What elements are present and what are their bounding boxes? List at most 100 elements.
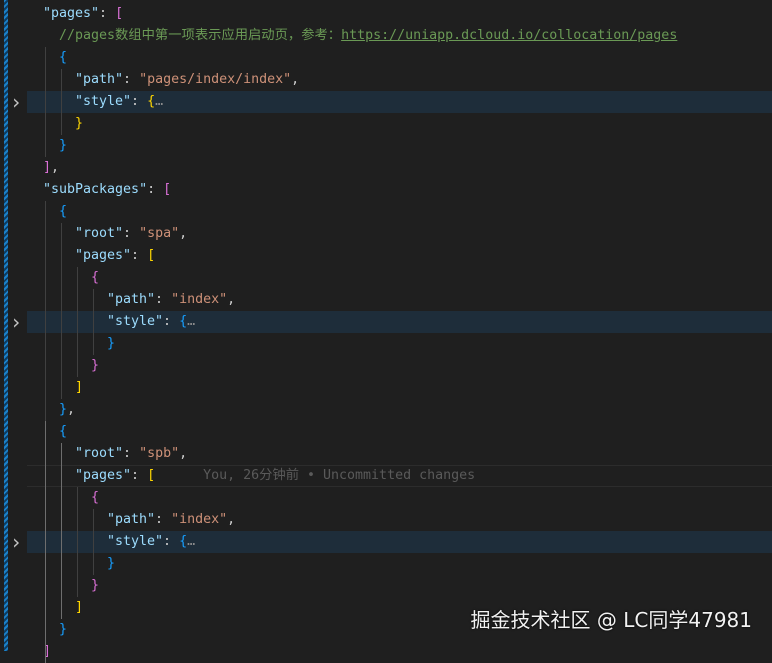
indent-guide [45,47,46,157]
code-line[interactable]: "root": "spb", [27,443,772,465]
code-token: "spb" [139,446,180,461]
chevron-right-icon[interactable]: › [9,91,23,113]
chevron-right-icon[interactable]: › [9,531,23,553]
chevron-right-icon[interactable]: › [9,311,23,333]
code-token: : [163,314,180,329]
code-token: : [131,468,148,483]
watermark: 掘金技术社区 @ LC同学47981 [470,608,752,632]
code-token: : [123,446,140,461]
code-line[interactable]: "path": "index", [27,509,772,531]
folded-code-line[interactable]: › "style": {… [10,311,772,333]
code-line[interactable]: ], [27,157,772,179]
code-line[interactable]: "pages": [ You, 26分钟前 • Uncommitted chang… [27,465,772,487]
code-line[interactable]: "pages": [ [27,245,772,267]
code-line[interactable]: ] [27,377,772,399]
code-token: , [67,402,76,417]
code-token: } [59,138,68,153]
code-token: [ [115,6,124,21]
code-token: ] [75,380,84,395]
code-token: } [107,556,116,571]
code-line[interactable]: } [27,355,772,377]
code-token: } [91,578,100,593]
code-line[interactable]: "subPackages": [ [27,179,772,201]
code-token: } [91,358,100,373]
code-token: : [99,6,116,21]
code-line[interactable]: } [27,553,772,575]
indent-guide [45,421,46,663]
code-token: : [131,94,148,109]
code-token: "spa" [139,226,180,241]
git-modified-indicator[interactable] [4,0,8,651]
code-token: "pages" [75,248,132,263]
indent-guide [61,443,62,619]
code-line[interactable]: { [27,267,772,289]
code-token: "path" [107,512,156,527]
code-token: "pages" [43,6,100,21]
code-token: : [147,182,164,197]
code-line[interactable]: } [27,575,772,597]
code-token: : [155,292,172,307]
code-token: } [59,402,68,417]
code-line[interactable]: } [27,135,772,157]
code-token: "style" [107,534,164,549]
code-token: "pages" [75,468,132,483]
code-token: //pages数组中第一项表示应用启动页，参考： [59,28,342,43]
git-blame-annotation: You, 26分钟前 • Uncommitted changes [203,468,476,483]
code-token: : [131,248,148,263]
code-token: } [107,336,116,351]
code-token: : [123,72,140,87]
code-line[interactable]: { [27,487,772,509]
code-line[interactable]: { [27,47,772,69]
comment-link[interactable]: https://uniapp.dcloud.io/collocation/pag… [341,28,677,43]
code-line[interactable]: "path": "index", [27,289,772,311]
code-token: , [51,160,60,175]
code-token: "root" [75,446,124,461]
indent-guide [93,289,94,355]
code-token: … [155,94,164,109]
code-token: { [91,490,100,505]
code-token: : [163,534,180,549]
indent-guide [77,487,78,597]
code-line[interactable]: "pages": [ [27,3,772,25]
code-token: "subPackages" [43,182,148,197]
code-token: : [123,226,140,241]
indent-guide [45,201,46,421]
code-token: { [179,534,188,549]
code-token: [ [147,468,156,483]
code-line[interactable]: }, [27,399,772,421]
code-line[interactable]: { [27,201,772,223]
code-token: "index" [171,292,228,307]
code-token: "path" [107,292,156,307]
folded-code-line[interactable]: › "style": {… [10,91,772,113]
code-token: ] [43,160,52,175]
code-token: "root" [75,226,124,241]
code-token: "style" [75,94,132,109]
folded-code-line[interactable]: › "style": {… [10,531,772,553]
code-token: , [291,72,300,87]
code-token: { [147,94,156,109]
code-line[interactable]: } [27,333,772,355]
code-token: , [227,512,236,527]
code-token: , [179,446,188,461]
code-token: "style" [107,314,164,329]
indent-guide [77,267,78,377]
indent-guide [61,223,62,399]
code-line[interactable]: { [27,421,772,443]
code-token: … [187,534,196,549]
code-token: , [179,226,188,241]
code-token: { [59,204,68,219]
code-editor[interactable]: "pages": [//pages数组中第一项表示应用启动页，参考：https:… [10,3,772,663]
code-token: , [227,292,236,307]
code-token: ] [75,600,84,615]
code-line[interactable]: "root": "spa", [27,223,772,245]
code-token: "pages/index/index" [139,72,292,87]
code-line[interactable]: "path": "pages/index/index", [27,69,772,91]
code-line[interactable]: //pages数组中第一项表示应用启动页，参考：https://uniapp.d… [27,25,772,47]
code-token: … [187,314,196,329]
code-token: } [59,622,68,637]
code-token: { [179,314,188,329]
indent-guide [61,69,62,135]
code-line[interactable]: } [27,113,772,135]
code-token: { [59,50,68,65]
code-line[interactable]: ] [27,641,772,663]
